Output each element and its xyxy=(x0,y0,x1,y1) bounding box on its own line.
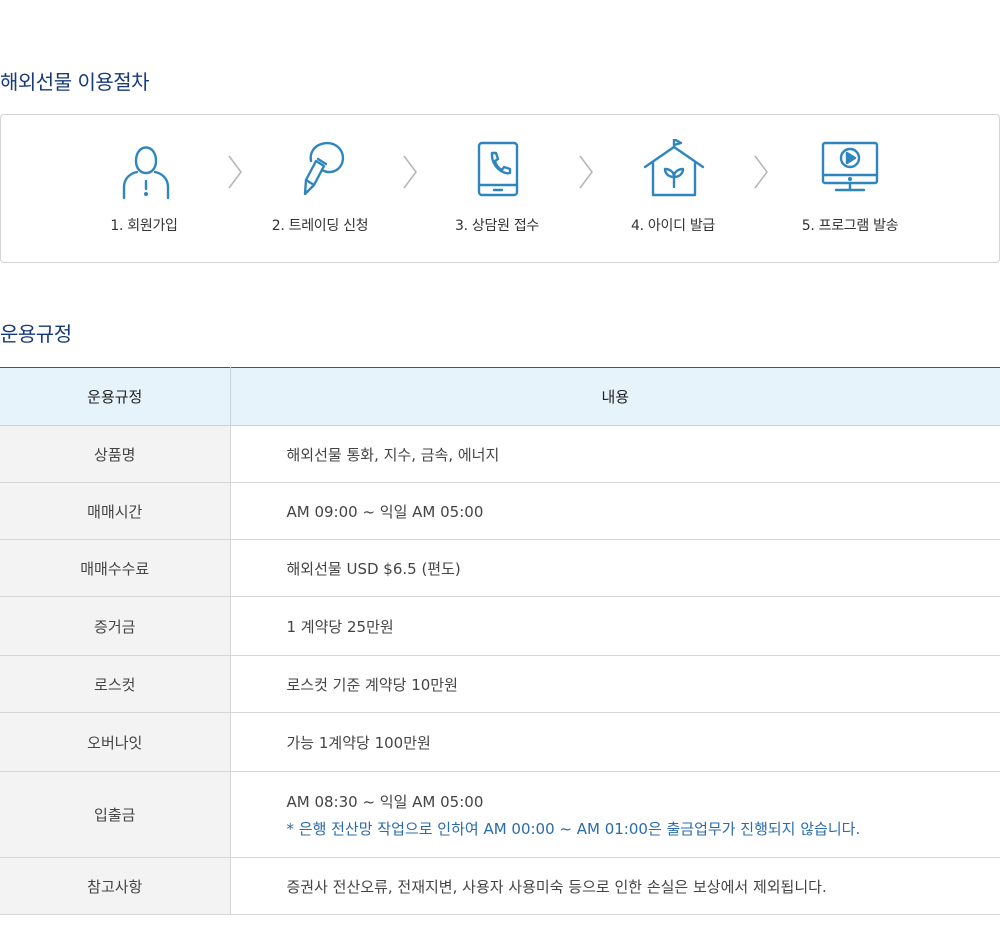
pen-bubble-icon xyxy=(303,141,345,196)
rules-section-title: 운용규정 xyxy=(0,322,72,346)
row-value: 증권사 전산오류, 전재지변, 사용자 사용미숙 등으로 인한 손실은 보상에서… xyxy=(230,857,1000,915)
step-label: 5. 프로그램 발송 xyxy=(801,218,899,234)
row-name: 입출금 xyxy=(0,771,231,858)
row-name: 증거금 xyxy=(0,596,231,656)
row-value: 1 계약당 25만원 xyxy=(230,596,1000,656)
step-consultant: 3. 상담원 접수 xyxy=(412,139,582,235)
row-value: 로스컷 기준 계약당 10만원 xyxy=(230,655,1000,713)
rules-table: 운용규정 내용 상품명 해외선물 통화, 지수, 금속, 에너지 매매시간 AM… xyxy=(0,367,1000,915)
table-row: 증거금 1 계약당 25만원 xyxy=(0,596,1000,656)
table-row: 매매수수료 해외선물 USD $6.5 (편도) xyxy=(0,539,1000,597)
table-row: 상품명 해외선물 통화, 지수, 금속, 에너지 xyxy=(0,425,1000,483)
withdrawal-notice: * 은행 전산망 작업으로 인하여 AM 00:00 ~ AM 01:00은 출… xyxy=(286,819,861,838)
row-name: 매매시간 xyxy=(0,482,231,540)
row-name: 로스컷 xyxy=(0,655,231,713)
process-steps-panel: 1. 회원가입 2. 트레이딩 신청 3. 상담원 접수 4. 아이디 발급 5… xyxy=(0,114,1000,263)
step-id-issue: 4. 아이디 발급 xyxy=(588,139,758,235)
step-label: 4. 아이디 발급 xyxy=(631,218,715,234)
row-value: AM 09:00 ~ 익일 AM 05:00 xyxy=(230,482,1000,540)
person-info-icon xyxy=(122,146,170,200)
step-signup: 1. 회원가입 xyxy=(59,139,229,235)
step-label: 2. 트레이딩 신청 xyxy=(271,218,369,234)
column-header-rule: 운용규정 xyxy=(0,367,231,426)
table-row: 참고사항 증권사 전산오류, 전재지변, 사용자 사용미숙 등으로 인한 손실은… xyxy=(0,857,1000,915)
row-name: 오버나잇 xyxy=(0,712,231,772)
row-name: 참고사항 xyxy=(0,857,231,915)
table-row: 로스컷 로스컷 기준 계약당 10만원 xyxy=(0,655,1000,713)
table-row: 입출금 AM 08:30 ~ 익일 AM 05:00 * 은행 전산망 작업으로… xyxy=(0,771,1000,858)
step-label: 1. 회원가입 xyxy=(110,218,178,234)
table-row: 매매시간 AM 09:00 ~ 익일 AM 05:00 xyxy=(0,482,1000,540)
phone-call-icon xyxy=(477,141,519,197)
column-header-content: 내용 xyxy=(230,367,1000,426)
row-value: 가능 1계약당 100만원 xyxy=(230,712,1000,772)
process-section-title: 해외선물 이용절차 xyxy=(0,70,150,94)
row-name: 상품명 xyxy=(0,425,231,483)
step-trading-apply: 2. 트레이딩 신청 xyxy=(235,139,405,235)
step-label: 3. 상담원 접수 xyxy=(455,218,539,234)
row-value: AM 08:30 ~ 익일 AM 05:00 xyxy=(286,792,484,811)
monitor-play-icon xyxy=(821,141,879,192)
step-program-send: 5. 프로그램 발송 xyxy=(765,139,935,235)
row-value-cell: AM 08:30 ~ 익일 AM 05:00 * 은행 전산망 작업으로 인하여… xyxy=(230,771,1000,858)
house-sprout-icon xyxy=(643,139,705,197)
row-value: 해외선물 USD $6.5 (편도) xyxy=(230,539,1000,597)
row-value: 해외선물 통화, 지수, 금속, 에너지 xyxy=(230,425,1000,483)
row-name: 매매수수료 xyxy=(0,539,231,597)
table-row: 오버나잇 가능 1계약당 100만원 xyxy=(0,712,1000,772)
table-header-row: 운용규정 내용 xyxy=(0,367,1000,426)
